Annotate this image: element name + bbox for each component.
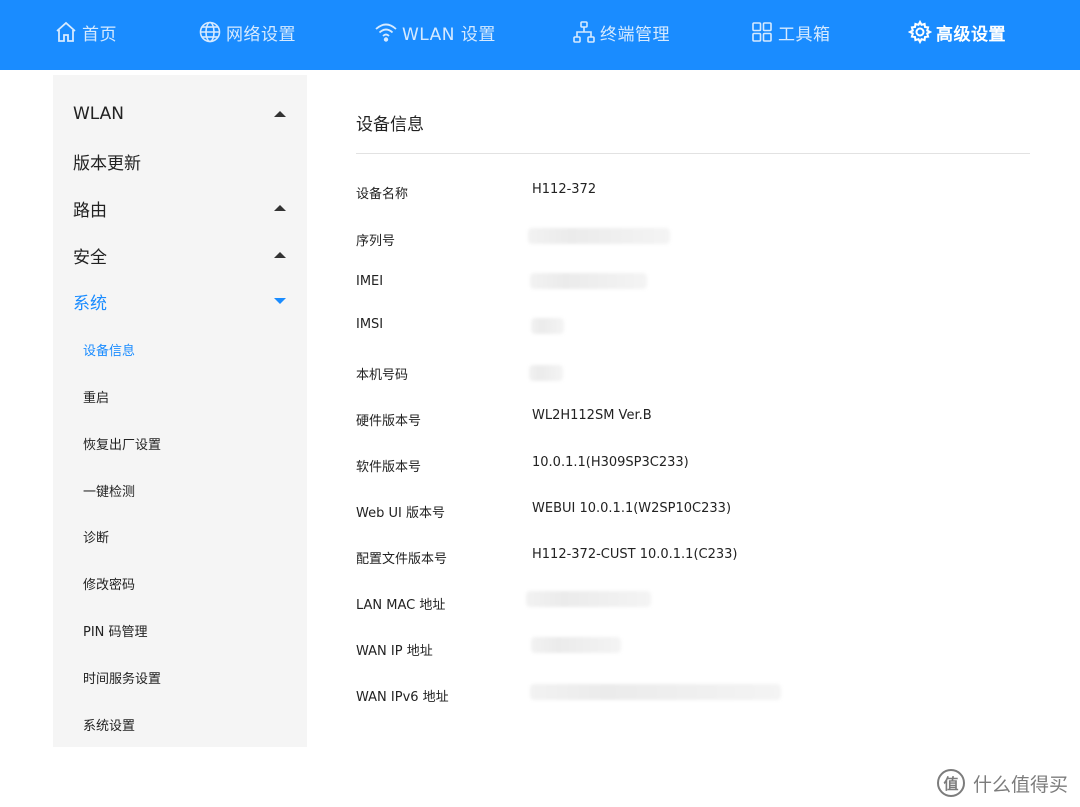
nav-home[interactable]: 首页 [54,0,117,64]
sidebar-subitem-diagnosis[interactable]: 诊断 [83,521,109,551]
watermark-text: 什么值得买 [972,773,1068,796]
sidebar-item-version-update[interactable]: 版本更新 [73,141,288,181]
globe-icon [199,21,221,43]
info-label-phone-number: 本机号码 [356,368,409,383]
caret-up-icon [274,252,286,258]
redacted-lan-mac [526,591,651,607]
home-icon [56,21,76,42]
toolbox-grid-icon [752,22,772,42]
info-label-wan-ip: WAN IP 地址 [356,644,433,659]
caret-up-icon [274,111,286,117]
info-label-config-version: 配置文件版本号 [356,552,448,567]
nav-terminal-management-label: 终端管理 [600,24,670,45]
nav-terminal-management[interactable]: 终端管理 [572,0,670,64]
sidebar-subitem-reboot[interactable]: 重启 [83,381,109,411]
nav-toolbox-label: 工具箱 [778,24,831,45]
nav-home-label: 首页 [82,24,117,45]
sidebar-item-label: 路由 [73,200,107,221]
nav-network-settings[interactable]: 网络设置 [198,0,296,64]
sidebar-item-security[interactable]: 安全 [73,235,288,275]
nav-wlan-settings-label: WLAN 设置 [402,24,496,45]
info-label-imei: IMEI [356,274,384,289]
info-label-device-name: 设备名称 [356,187,409,202]
sidebar-subitem-system-settings[interactable]: 系统设置 [83,709,135,739]
sidebar-item-label: 系统 [73,293,107,314]
sidebar-item-system[interactable]: 系统 [73,281,288,321]
redacted-imsi [531,318,564,334]
info-value-hardware-version: WL2H112SM Ver.B [532,408,652,423]
sidebar-subitem-pin-management[interactable]: PIN 码管理 [83,615,148,645]
caret-down-icon [274,298,286,304]
nav-toolbox[interactable]: 工具箱 [750,0,831,64]
info-label-wan-ipv6: WAN IPv6 地址 [356,690,449,705]
info-value-software-version: 10.0.1.1(H309SP3C233) [532,455,689,470]
sidebar-subitem-time-service[interactable]: 时间服务设置 [83,662,161,692]
info-label-imsi: IMSI [356,317,384,332]
info-label-serial-number: 序列号 [356,234,396,249]
redacted-wan-ipv6 [530,684,781,700]
info-value-webui-version: WEBUI 10.0.1.1(W2SP10C233) [532,501,732,516]
sidebar-item-routing[interactable]: 路由 [73,188,288,228]
redacted-phone-number [529,365,563,381]
sidebar-item-label: 安全 [73,247,107,268]
nav-network-settings-label: 网络设置 [226,24,296,45]
info-label-lan-mac: LAN MAC 地址 [356,598,446,613]
caret-up-icon [274,205,286,211]
sidebar-item-wlan[interactable]: WLAN [73,94,288,134]
watermark-logo-icon: 值 [936,769,965,797]
sidebar-item-label: WLAN [73,104,125,124]
sidebar-subitem-device-info[interactable]: 设备信息 [83,334,135,364]
redacted-serial-number [528,228,670,244]
page-title: 设备信息 [356,115,424,135]
devices-tree-icon [573,21,595,43]
nav-wlan-settings[interactable]: WLAN 设置 [374,0,496,64]
info-label-hardware-version: 硬件版本号 [356,414,422,429]
nav-advanced-settings[interactable]: 高级设置 [908,0,1006,64]
sidebar-subitem-one-click-check[interactable]: 一键检测 [83,475,135,505]
gear-icon [908,20,932,44]
title-divider [356,153,1030,154]
sidebar: WLAN 版本更新 路由 安全 系统 设备信息 重启 恢复出厂设置 一键检测 诊… [53,75,307,747]
info-value-config-version: H112-372-CUST 10.0.1.1(C233) [532,547,738,562]
redacted-wan-ip [531,637,621,653]
info-value-device-name: H112-372 [532,182,597,197]
sidebar-item-label: 版本更新 [73,153,141,174]
top-nav: 首页 网络设置 WLAN 设置 终端管理 工具箱 高级设置 [0,0,1080,70]
info-label-webui-version: Web UI 版本号 [356,506,445,521]
info-label-software-version: 软件版本号 [356,460,422,475]
watermark: 值 什么值得买 [936,769,1068,797]
redacted-imei [530,273,647,289]
nav-advanced-settings-label: 高级设置 [936,24,1006,45]
sidebar-subitem-change-password[interactable]: 修改密码 [83,568,135,598]
sidebar-subitem-factory-reset[interactable]: 恢复出厂设置 [83,428,161,458]
wifi-icon [375,23,397,42]
